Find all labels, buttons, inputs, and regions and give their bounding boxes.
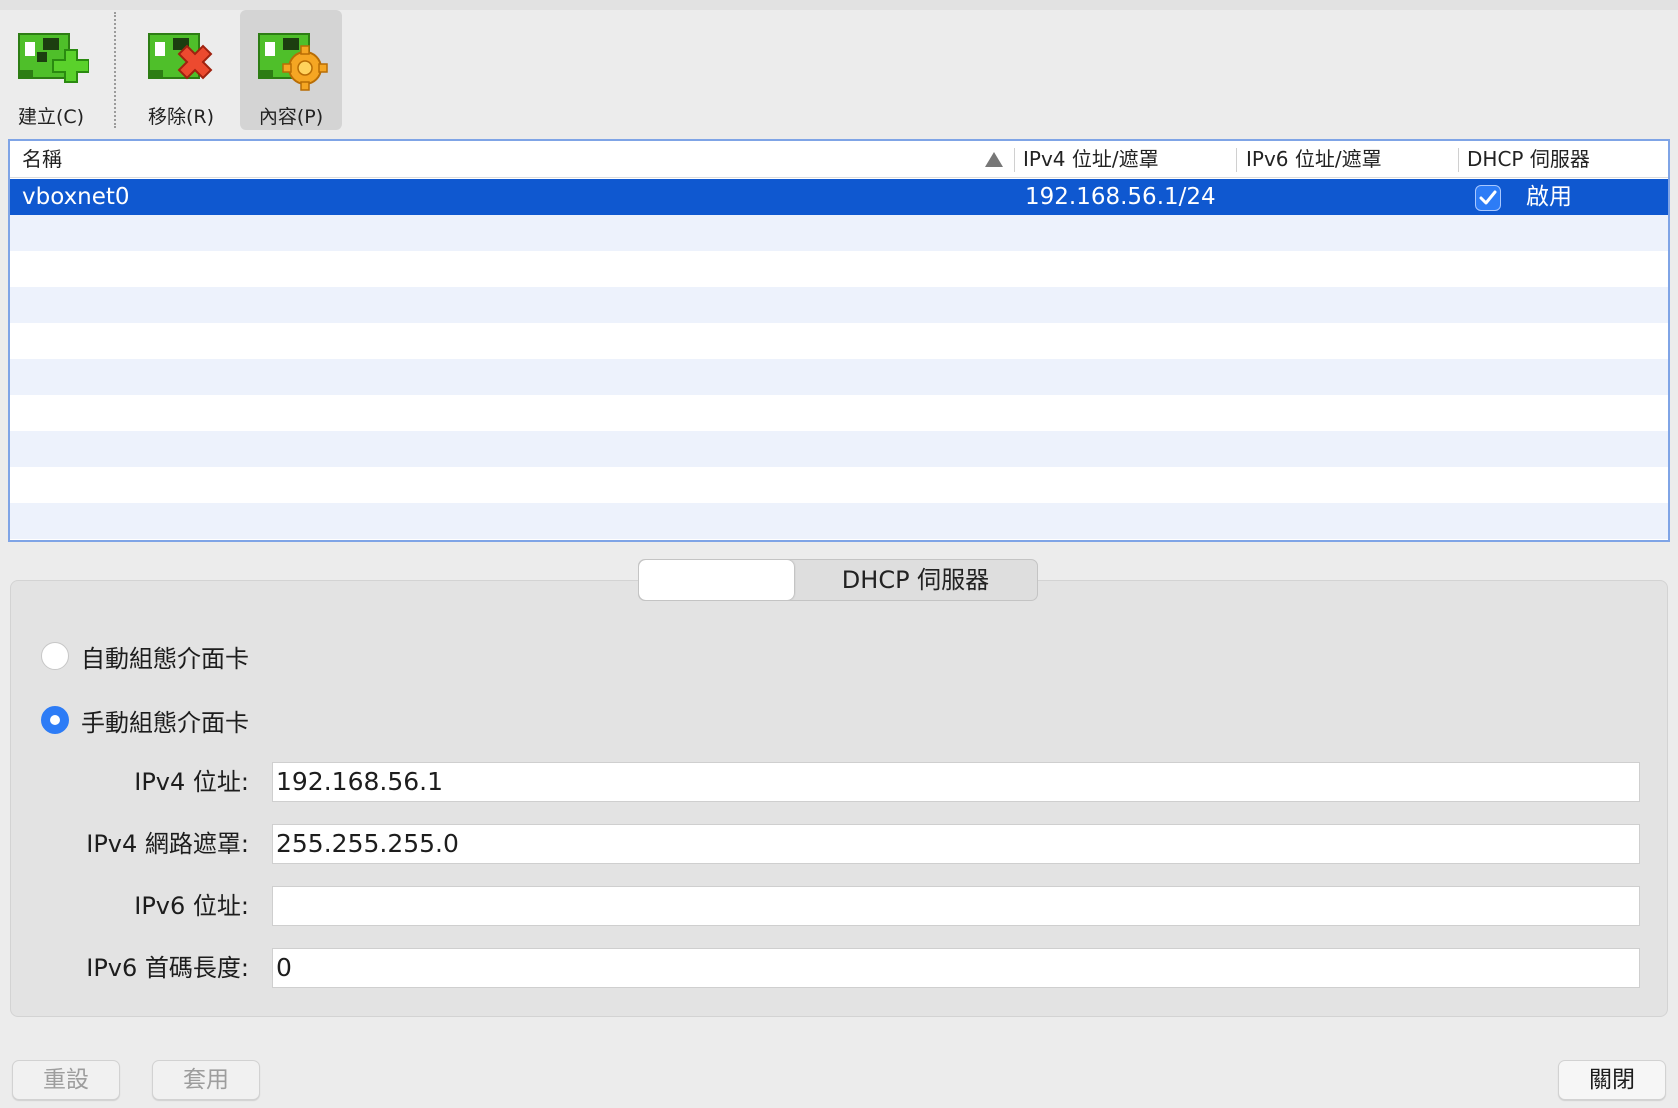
empty-row (10, 251, 1668, 287)
remove-label: 移除(R) (147, 106, 215, 128)
tab-dhcp-server[interactable]: DHCP 伺服器 (794, 560, 1037, 600)
remove-button[interactable]: 移除(R) (136, 10, 226, 130)
auto-config-radio[interactable] (41, 642, 69, 670)
ipv4-address-field[interactable]: 192.168.56.1 (272, 762, 1640, 802)
apply-button[interactable]: 套用 (152, 1060, 260, 1100)
dhcp-enabled-label: 啟用 (1526, 184, 1572, 210)
settings-tabbar: DHCP 伺服器 (638, 559, 1038, 601)
dhcp-enabled-checkbox[interactable] (1475, 185, 1501, 211)
table-row[interactable]: vboxnet0 192.168.56.1/24 啟用 (10, 179, 1668, 215)
empty-row (10, 395, 1668, 431)
toolbar-separator (114, 12, 116, 128)
column-divider (1458, 148, 1459, 172)
properties-label: 內容(P) (258, 106, 324, 128)
ipv4-mask-field[interactable]: 255.255.255.0 (272, 824, 1640, 864)
column-divider (1014, 148, 1015, 172)
table-header: 名稱 IPv4 位址/遮罩 IPv6 位址/遮罩 DHCP 伺服器 (10, 141, 1668, 178)
ipv6-address-field[interactable] (272, 886, 1640, 926)
column-divider (1236, 148, 1237, 172)
sort-ascending-icon (985, 152, 1003, 167)
manual-config-radio[interactable] (41, 706, 69, 734)
column-header-name[interactable]: 名稱 (22, 141, 62, 178)
create-label: 建立(C) (17, 106, 85, 128)
empty-row (10, 287, 1668, 323)
ipv4-mask-label: IPv4 網路遮罩: (86, 830, 249, 858)
empty-row (10, 467, 1668, 503)
host-network-table[interactable]: 名稱 IPv4 位址/遮罩 IPv6 位址/遮罩 DHCP 伺服器 vboxne… (8, 139, 1670, 542)
window-top-strip (0, 0, 1678, 10)
manual-config-option[interactable]: 手動組態介面卡 (41, 700, 249, 740)
tab-adapter[interactable] (639, 560, 794, 600)
auto-config-label: 自動組態介面卡 (81, 644, 249, 673)
create-button[interactable]: 建立(C) (6, 10, 96, 130)
checkmark-icon (1479, 190, 1497, 205)
properties-network-icon (258, 33, 328, 91)
create-network-icon (18, 33, 89, 83)
empty-row (10, 359, 1668, 395)
ipv6-prefix-label: IPv6 首碼長度: (86, 954, 249, 982)
ipv6-address-label: IPv6 位址: (134, 892, 249, 920)
row-ipv4: 192.168.56.1/24 (1025, 184, 1216, 210)
ipv4-address-label: IPv4 位址: (134, 768, 249, 796)
column-header-ipv4[interactable]: IPv4 位址/遮罩 (1023, 141, 1159, 178)
remove-network-icon (148, 33, 213, 80)
adapter-settings-panel: 自動組態介面卡 手動組態介面卡 IPv4 位址: 192.168.56.1 IP… (10, 580, 1668, 1017)
column-header-dhcp[interactable]: DHCP 伺服器 (1467, 141, 1590, 178)
empty-row (10, 431, 1668, 467)
auto-config-option[interactable]: 自動組態介面卡 (41, 636, 249, 676)
empty-row (10, 323, 1668, 359)
close-button[interactable]: 關閉 (1558, 1060, 1666, 1100)
reset-button[interactable]: 重設 (12, 1060, 120, 1100)
empty-row (10, 503, 1668, 539)
row-name: vboxnet0 (22, 184, 130, 210)
column-header-ipv6[interactable]: IPv6 位址/遮罩 (1246, 141, 1382, 178)
properties-button[interactable]: 內容(P) (240, 10, 342, 130)
empty-row (10, 215, 1668, 251)
manual-config-label: 手動組態介面卡 (81, 708, 249, 737)
ipv6-prefix-field[interactable]: 0 (272, 948, 1640, 988)
